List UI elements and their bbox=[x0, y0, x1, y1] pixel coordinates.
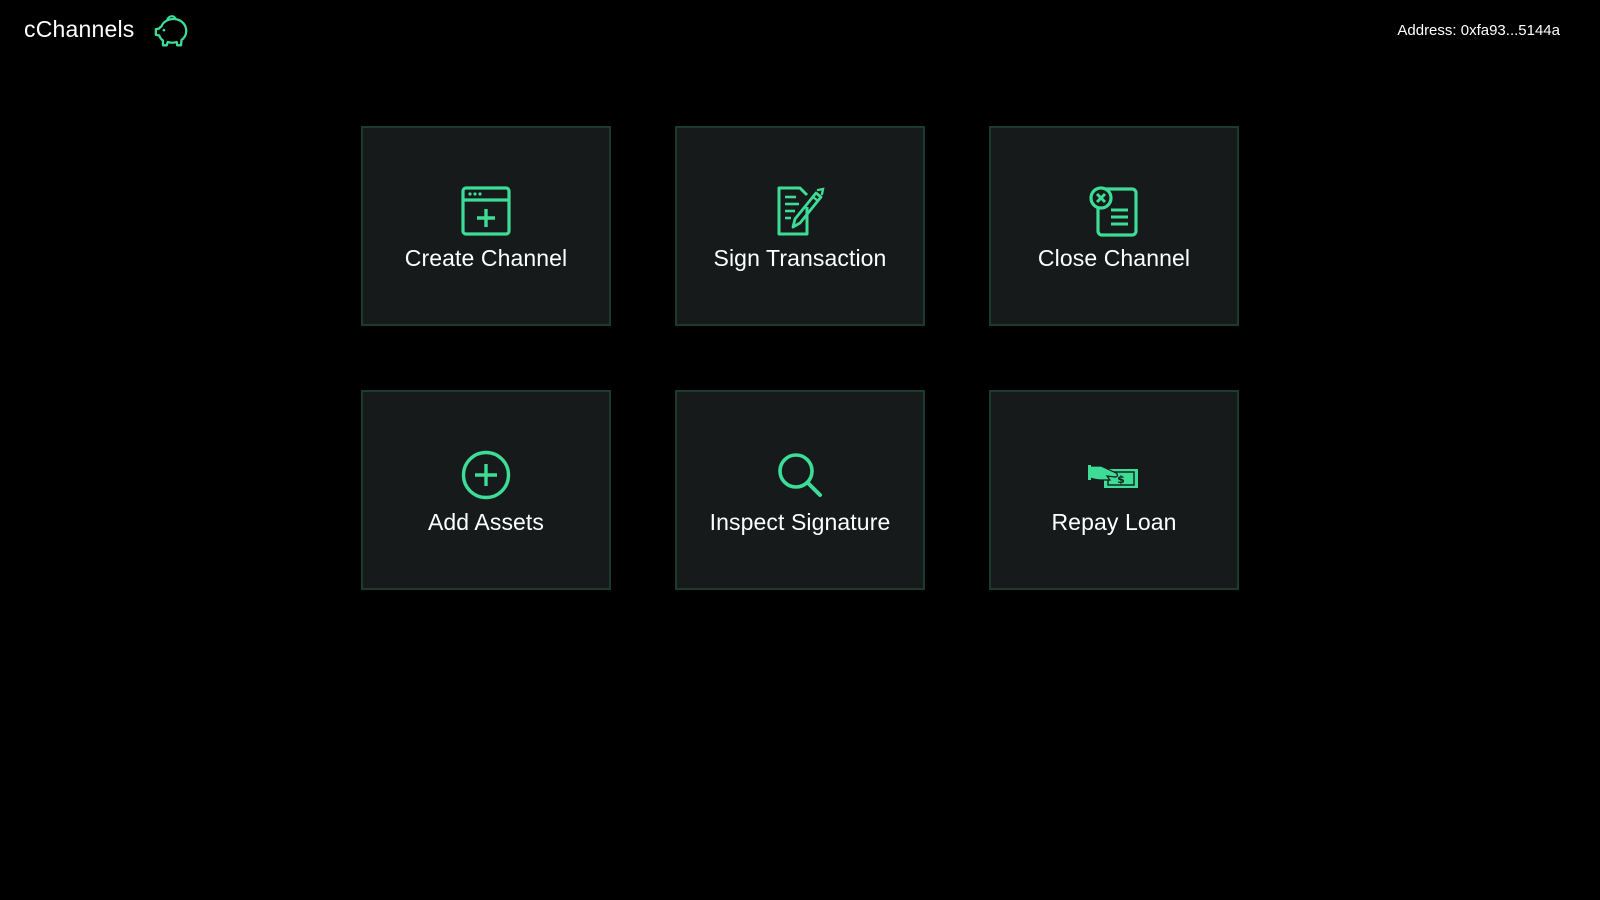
create-channel-label: Create Channel bbox=[404, 244, 568, 271]
plus-circle-icon bbox=[460, 449, 512, 501]
close-channel-tile[interactable]: Close Channel bbox=[989, 126, 1239, 326]
app-title[interactable]: cChannels bbox=[24, 16, 134, 43]
inspect-signature-tile[interactable]: Inspect Signature bbox=[675, 390, 925, 590]
magnifier-icon bbox=[774, 449, 826, 501]
svg-text:$: $ bbox=[1117, 473, 1125, 486]
sign-transaction-tile[interactable]: Sign Transaction bbox=[675, 126, 925, 326]
add-assets-label: Add Assets bbox=[427, 508, 545, 535]
action-grid: Create Channel Sign Transaction Close Ch… bbox=[361, 126, 1240, 590]
hand-cash-icon: $ bbox=[1088, 449, 1140, 501]
close-channel-label: Close Channel bbox=[1037, 244, 1191, 271]
document-pen-icon bbox=[774, 185, 826, 237]
window-plus-icon bbox=[460, 185, 512, 237]
add-assets-tile[interactable]: Add Assets bbox=[361, 390, 611, 590]
piggy-bank-icon bbox=[153, 13, 191, 51]
create-channel-tile[interactable]: Create Channel bbox=[361, 126, 611, 326]
top-bar: cChannels Address: 0xfa93...5144a bbox=[0, 0, 1600, 62]
wallet-address: Address: 0xfa93...5144a bbox=[1397, 22, 1560, 39]
repay-loan-label: Repay Loan bbox=[1051, 508, 1177, 535]
inspect-signature-label: Inspect Signature bbox=[709, 508, 891, 535]
document-close-icon bbox=[1088, 185, 1140, 237]
repay-loan-tile[interactable]: $ Repay Loan bbox=[989, 390, 1239, 590]
sign-transaction-label: Sign Transaction bbox=[713, 244, 887, 271]
